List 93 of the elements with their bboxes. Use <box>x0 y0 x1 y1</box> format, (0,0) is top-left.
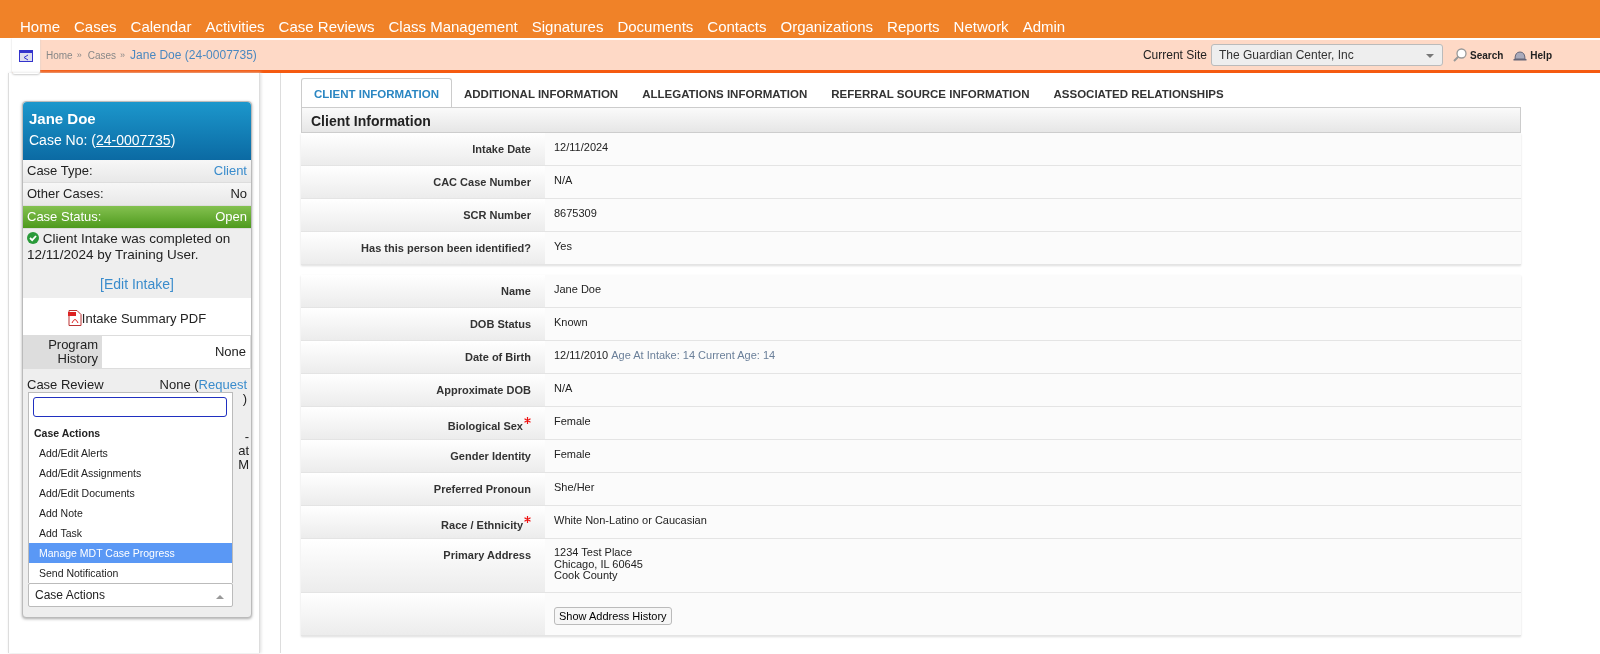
dropdown-option[interactable]: Send Notification <box>29 563 232 583</box>
field-label: Race / Ethnicity <box>441 519 523 531</box>
case-info-label: Case Status: <box>27 209 102 225</box>
nav-link[interactable]: Reports <box>887 18 954 38</box>
field-label: Has this person been identified? <box>361 242 531 254</box>
field-value: Jane Doe <box>554 283 602 295</box>
field-value: N/A <box>554 382 573 394</box>
nav-link[interactable]: Class Management <box>388 18 532 38</box>
field-label: Date of Birth <box>465 351 531 363</box>
show-history-button[interactable]: Show Address History <box>554 606 672 625</box>
nav-link[interactable]: Network <box>953 18 1023 38</box>
field-value: Female <box>554 448 591 460</box>
dropdown-search-field[interactable] <box>33 397 227 417</box>
field-value: 8675309 <box>554 207 597 219</box>
field-label: SCR Number <box>463 209 531 221</box>
pdf-icon <box>67 310 82 326</box>
nav-link[interactable]: Admin <box>1022 18 1080 38</box>
case-info-label: Other Cases: <box>27 186 104 202</box>
search-link[interactable]: Search <box>1452 48 1504 62</box>
field-value: 12/11/2010 <box>554 349 609 361</box>
dropdown-option[interactable]: Add Task <box>29 523 232 543</box>
field-label: Name <box>501 285 531 297</box>
covered-text: M <box>238 458 249 472</box>
tab[interactable]: ADDITIONAL INFORMATION <box>452 79 631 107</box>
bell-icon <box>1513 49 1528 61</box>
client-name: Jane Doe <box>29 110 97 127</box>
site-select[interactable]: The Guardian Center, Inc <box>1210 44 1443 66</box>
case-review-value: None ( <box>159 377 199 392</box>
dropdown-option[interactable]: Add/Edit Documents <box>29 483 232 503</box>
field-label: Gender Identity <box>450 450 531 462</box>
case-info-value: Open <box>215 209 247 225</box>
section-title: Client Information <box>301 108 1521 133</box>
search-icon <box>1452 48 1467 62</box>
field-value: Yes <box>554 240 572 252</box>
site-label: Current Site <box>1142 48 1207 62</box>
program-history-value: None <box>213 343 247 361</box>
field-label: Primary Address <box>443 549 531 561</box>
tab[interactable]: REFERRAL SOURCE INFORMATION <box>819 79 1042 107</box>
nav-link[interactable]: Contacts <box>707 18 781 38</box>
help-link[interactable]: Help <box>1513 49 1552 61</box>
dropdown-option[interactable]: Add Note <box>29 503 232 523</box>
request-link[interactable]: Request <box>198 377 247 392</box>
field-label: Approximate DOB <box>436 384 531 396</box>
dropdown-option[interactable]: Add/Edit Assignments <box>29 463 232 483</box>
nav-link[interactable]: Signatures <box>531 18 618 38</box>
nav-link[interactable]: Home <box>20 18 74 38</box>
tab[interactable]: ASSOCIATED RELATIONSHIPS <box>1041 79 1236 107</box>
breadcrumb-separator: » <box>76 50 82 60</box>
check-icon <box>27 232 39 244</box>
covered-text: - <box>244 430 249 444</box>
age-note: Age At Intake: 14 Current Age: 14 <box>611 349 776 361</box>
field-label: Intake Date <box>472 143 531 155</box>
field-value: 12/11/2024 <box>554 141 609 153</box>
nav-link[interactable]: Documents <box>617 18 708 38</box>
case-review-label: Case Review <box>27 377 104 392</box>
nav-link[interactable]: Organizations <box>780 18 888 38</box>
nav-link[interactable]: Case Reviews <box>278 18 389 38</box>
covered-text: at <box>238 444 249 458</box>
case-number-link[interactable]: 24-0007735 <box>95 132 171 148</box>
case-number-bracket: ) <box>170 132 176 148</box>
breadcrumb-current: Jane Doe (24-0007735) <box>130 48 257 62</box>
case-info-label: Case Type: <box>27 163 93 179</box>
field-value: N/A <box>554 174 573 186</box>
case-info-value: No <box>230 186 247 202</box>
breadcrumb-separator: » <box>120 50 126 60</box>
nav-link[interactable]: Cases <box>74 18 131 38</box>
field-value: Female <box>554 415 591 427</box>
field-label: DOB Status <box>469 318 531 330</box>
edit-intake-link[interactable]: [Edit Intake] <box>100 276 174 292</box>
dropdown-option[interactable]: Manage MDT Case Progress <box>29 543 232 563</box>
case-review-bracket: ) <box>242 391 247 406</box>
tab[interactable]: CLIENT INFORMATION <box>301 78 452 107</box>
breadcrumb-link[interactable]: Home <box>46 49 73 61</box>
intake-note: Client Intake was completed on 12/11/2024 by Training User. <box>26 231 232 263</box>
dropdown-option[interactable]: Add/Edit Alerts <box>29 443 232 463</box>
case-actions-select[interactable]: Case Actions <box>28 583 233 607</box>
dropdown-group-heading: Case Actions <box>33 426 102 441</box>
field-value: Known <box>554 316 588 328</box>
field-label: Preferred Pronoun <box>433 483 531 495</box>
panel-icon <box>19 50 33 62</box>
nav-link[interactable]: Activities <box>205 18 279 38</box>
nav-link[interactable]: Calendar <box>130 18 206 38</box>
sidebar-toggle-button[interactable] <box>12 38 40 74</box>
breadcrumb-link[interactable]: Cases <box>87 49 117 61</box>
field-label: Biological Sex <box>447 420 523 432</box>
case-number-label: Case No: ( <box>29 132 96 148</box>
address-text: 1234 Test Place Chicago, IL 60645 Cook County <box>554 547 644 583</box>
field-value: White Non-Latino or Caucasian <box>554 514 707 526</box>
field-value: She/Her <box>554 481 595 493</box>
tab[interactable]: ALLEGATIONS INFORMATION <box>630 79 820 107</box>
program-history-label: Program History <box>24 336 102 368</box>
field-label: CAC Case Number <box>433 176 531 188</box>
case-info-value[interactable]: Client <box>213 163 247 179</box>
